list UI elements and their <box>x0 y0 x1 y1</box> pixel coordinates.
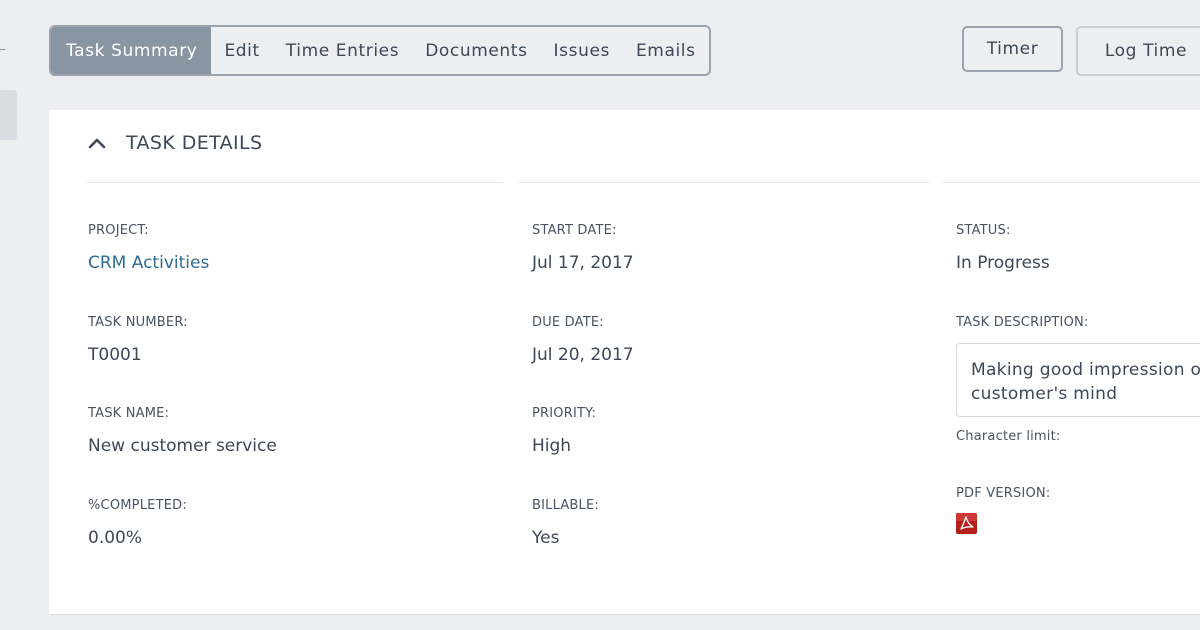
character-limit-label: Character limit: <box>956 429 1061 444</box>
left-rail-dash <box>0 49 5 50</box>
task-details-card: TASK DETAILS PROJECT: CRM Activities TAS… <box>49 110 1200 615</box>
log-time-button[interactable]: Log Time <box>1076 26 1200 76</box>
pdf-icon[interactable] <box>956 513 977 534</box>
due-date-label: DUE DATE: <box>532 315 604 330</box>
left-rail-tab[interactable] <box>0 90 17 140</box>
divider <box>87 182 503 183</box>
divider <box>943 182 1200 183</box>
priority-value: High <box>532 436 572 456</box>
tab-issues[interactable]: Issues <box>541 27 623 74</box>
task-description-label: TASK DESCRIPTION: <box>956 315 1089 330</box>
billable-label: BILLABLE: <box>532 498 599 513</box>
tab-time-entries[interactable]: Time Entries <box>273 27 412 74</box>
priority-label: PRIORITY: <box>532 406 597 421</box>
task-number-label: TASK NUMBER: <box>88 315 188 330</box>
task-name-label: TASK NAME: <box>88 406 170 421</box>
task-description-line: Making good impression on <box>971 360 1200 380</box>
task-description-field[interactable]: Making good impression on customer's min… <box>956 343 1200 417</box>
billable-value: Yes <box>532 528 560 548</box>
tab-emails[interactable]: Emails <box>623 27 709 74</box>
completed-value: 0.00% <box>88 528 143 548</box>
tab-task-summary[interactable]: Task Summary <box>51 27 212 74</box>
completed-label: %COMPLETED: <box>88 498 187 513</box>
task-tabs: Task Summary Edit Time Entries Documents… <box>49 25 711 76</box>
task-summary-page: Task Summary Edit Time Entries Documents… <box>0 0 1200 630</box>
task-name-value: New customer service <box>88 436 277 456</box>
task-number-value: T0001 <box>88 345 142 365</box>
task-details-toggle[interactable]: TASK DETAILS <box>87 132 263 154</box>
timer-button[interactable]: Timer <box>962 26 1063 72</box>
start-date-value: Jul 17, 2017 <box>532 253 634 273</box>
divider <box>519 182 929 183</box>
project-link[interactable]: CRM Activities <box>88 253 209 273</box>
project-label: PROJECT: <box>88 223 149 238</box>
pdf-version-label: PDF VERSION: <box>956 486 1051 501</box>
chevron-up-icon <box>88 138 106 149</box>
task-description-line: customer's mind <box>971 384 1118 404</box>
status-label: STATUS: <box>956 223 1011 238</box>
section-title: TASK DETAILS <box>126 132 263 154</box>
tab-documents[interactable]: Documents <box>412 27 540 74</box>
due-date-value: Jul 20, 2017 <box>532 345 634 365</box>
tab-edit[interactable]: Edit <box>211 27 272 74</box>
start-date-label: START DATE: <box>532 223 617 238</box>
status-value: In Progress <box>956 253 1050 273</box>
